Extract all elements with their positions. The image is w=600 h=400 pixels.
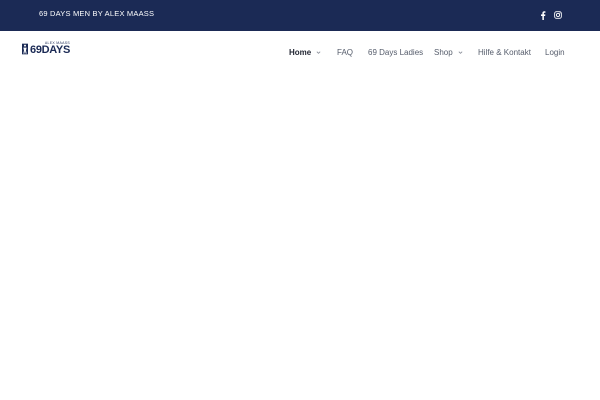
nav-item-login[interactable]: Login	[545, 46, 565, 58]
nav-item-faq[interactable]: FAQ	[337, 46, 353, 58]
main-nav: Home FAQ 69 Days Ladies Shop Hilfe & Kon…	[0, 31, 600, 73]
site-header: ALEX MAASS 69DAYS Home FAQ 69 Days Ladie…	[0, 31, 600, 73]
facebook-icon[interactable]	[538, 10, 548, 20]
nav-item-label: Shop	[434, 47, 453, 57]
nav-item-label: FAQ	[337, 47, 354, 57]
site-tagline: 69 DAYS MEN BY ALEX MAASS	[39, 9, 155, 18]
top-bar: 69 DAYS MEN BY ALEX MAASS	[0, 0, 600, 31]
page-content	[0, 73, 600, 400]
chevron-down-icon	[316, 50, 321, 54]
nav-item-label: Hilfe & Kontakt	[478, 47, 531, 57]
nav-item-ladies[interactable]: 69 Days Ladies	[368, 46, 423, 58]
instagram-icon[interactable]	[553, 10, 563, 20]
nav-item-shop[interactable]: Shop	[434, 46, 463, 58]
nav-item-help-contact[interactable]: Hilfe & Kontakt	[478, 46, 531, 58]
nav-item-label: 69 Days Ladies	[368, 47, 424, 57]
nav-item-label: Login	[545, 47, 565, 57]
chevron-down-icon	[458, 50, 463, 54]
nav-item-label: Home	[289, 47, 312, 57]
nav-item-home[interactable]: Home	[289, 46, 321, 58]
